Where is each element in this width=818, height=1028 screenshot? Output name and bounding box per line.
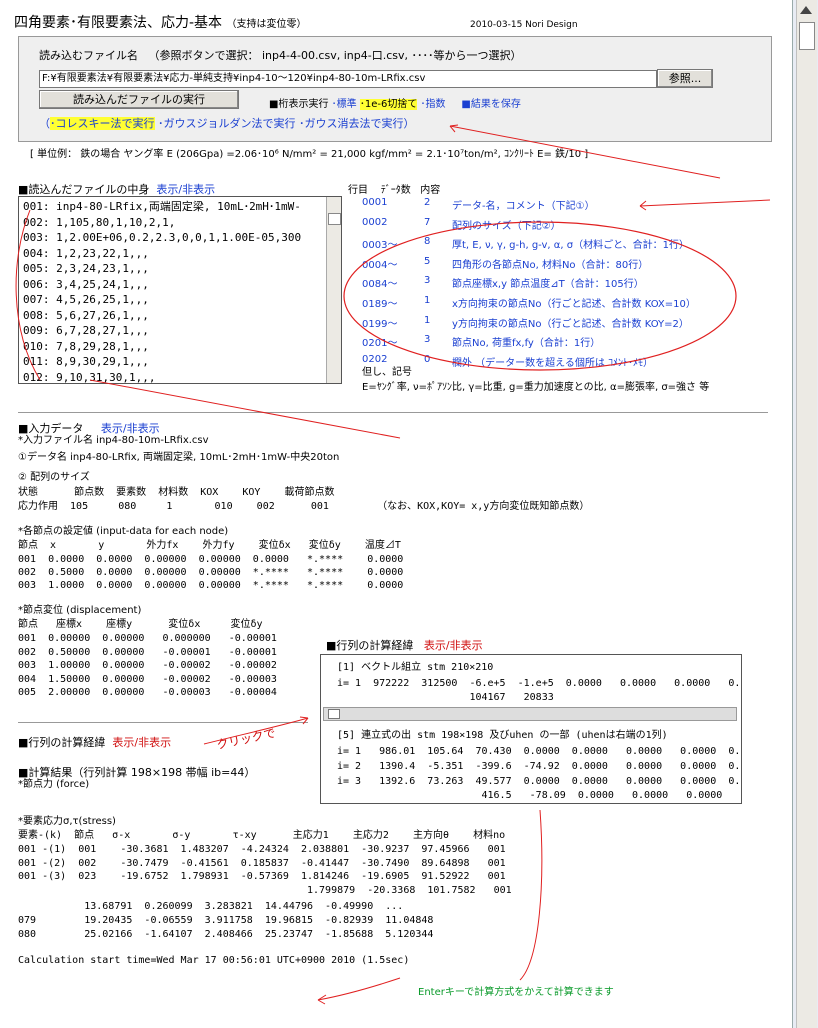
page-scroll-thumb[interactable] (799, 22, 815, 50)
annotation-click-arrowhead (299, 716, 309, 725)
annotation-line-input (89, 379, 401, 439)
page-scrollbar[interactable] (796, 0, 817, 1028)
annotation-line-methods (449, 125, 721, 179)
annotation-arc-left (15, 209, 41, 381)
annotation-line-right (639, 199, 771, 207)
annotation-click-arrow (203, 717, 309, 745)
annotation-arrowhead-methods (449, 124, 459, 133)
annotation-line-bottom (519, 809, 543, 981)
annotation-oval-legend (343, 221, 737, 371)
scroll-up-icon[interactable] (800, 6, 812, 14)
page: 四角要素･有限要素法、応力-基本 （支持は変位零） 2010-03-15 Nor… (0, 0, 793, 1028)
annotation-overlay (15, 124, 771, 1005)
annotation-enter-arrow (317, 977, 401, 1001)
